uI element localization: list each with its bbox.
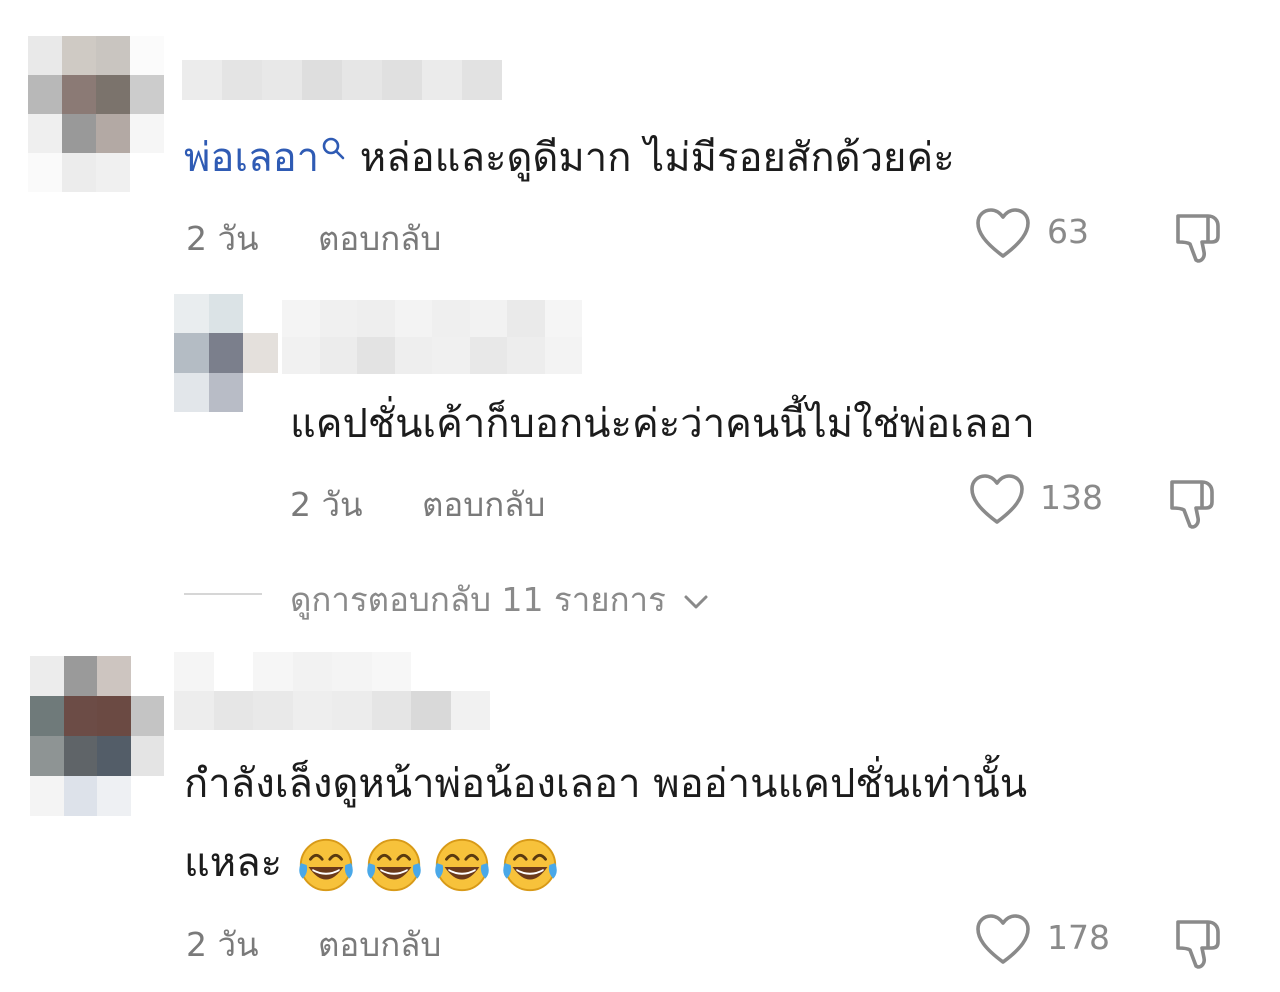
view-replies-button[interactable]: ดูการตอบกลับ 11 รายการ: [290, 573, 710, 626]
username[interactable]: [174, 652, 490, 730]
comment-text-line2: แหละ: [184, 832, 567, 896]
comment-text: พ่อเลอา หล่อและดูดีมาก ไม่มีรอยสักด้วยค่…: [184, 134, 955, 182]
reply-avatar[interactable]: [174, 294, 278, 412]
avatar[interactable]: [28, 36, 164, 192]
reply-reply-button[interactable]: ตอบกลับ: [422, 478, 545, 531]
comment-body: หล่อและดูดีมาก ไม่มีรอยสักด้วยค่ะ: [347, 135, 955, 181]
face-with-tears-of-joy-icon: [503, 838, 557, 892]
view-replies-label: ดูการตอบกลับ 11 รายการ: [290, 580, 666, 619]
like-count: 138: [1040, 478, 1103, 517]
emoji-row: [295, 838, 567, 892]
comment-text-word: แหละ: [184, 840, 283, 886]
chevron-down-icon: [684, 595, 708, 608]
like-count: 178: [1047, 918, 1110, 957]
heart-outline-icon[interactable]: [974, 206, 1032, 262]
face-with-tears-of-joy-icon: [435, 838, 489, 892]
heart-outline-icon[interactable]: [974, 912, 1032, 968]
username[interactable]: [182, 60, 502, 100]
timestamp: 2 วัน: [186, 219, 259, 258]
mention-link[interactable]: พ่อเลอา: [184, 135, 319, 181]
like-count: 63: [1047, 212, 1089, 251]
thumbs-down-icon[interactable]: [1170, 912, 1230, 972]
face-with-tears-of-joy-icon: [367, 838, 421, 892]
reply-button[interactable]: ตอบกลับ: [318, 918, 441, 971]
reply-timestamp: 2 วัน: [290, 485, 363, 524]
comment-text-line1: กำลังเล็งดูหน้าพ่อน้องเลอา พออ่านแคปชั่น…: [184, 761, 1028, 807]
search-icon[interactable]: [321, 136, 347, 162]
reply-button[interactable]: ตอบกลับ: [318, 212, 441, 265]
view-replies-divider: [184, 593, 262, 595]
reply-username[interactable]: [282, 300, 582, 374]
thumbs-down-icon[interactable]: [1170, 206, 1230, 266]
thumbs-down-icon[interactable]: [1164, 472, 1224, 532]
reply-text: แคปชั่นเค้าก็บอกน่ะค่ะว่าคนนี้ไม่ใช่พ่อเ…: [290, 401, 1035, 447]
face-with-tears-of-joy-icon: [299, 838, 353, 892]
timestamp: 2 วัน: [186, 925, 259, 964]
heart-outline-icon[interactable]: [968, 472, 1026, 528]
avatar[interactable]: [30, 656, 164, 816]
